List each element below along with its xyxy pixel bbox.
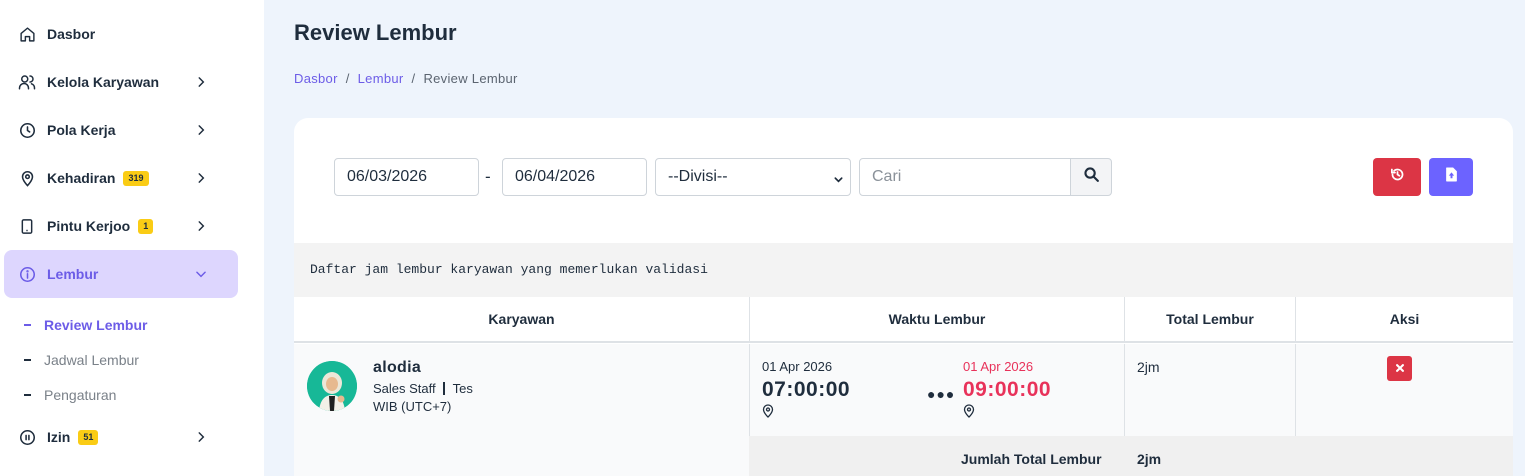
- position-divider: [443, 382, 446, 395]
- column-divider: [1124, 344, 1125, 436]
- count-badge: 1: [138, 218, 154, 234]
- sidebar-item-kehadiran[interactable]: Kehadiran 319: [4, 154, 238, 202]
- start-date: 01 Apr 2026: [762, 359, 833, 374]
- employee-name: alodia: [373, 359, 422, 376]
- table-row: alodia Sales Staff Tes WIB (UTC+7) 01 Ap…: [294, 344, 1513, 476]
- date-range-separator: -: [485, 167, 491, 186]
- sidebar-item-label: Kehadiran: [47, 170, 116, 186]
- sidebar-item-label: Izin: [47, 429, 71, 445]
- total-lembur-value: 2jm: [1137, 359, 1160, 375]
- division-select-value: --Divisi--: [668, 168, 728, 185]
- search-icon: [1083, 166, 1100, 188]
- close-icon: [1395, 360, 1405, 378]
- sidebar-item-izin[interactable]: Izin 51: [4, 413, 238, 461]
- pause-circle-icon: [18, 428, 36, 446]
- clock-icon: [18, 121, 36, 139]
- column-header-waktu-lembur: Waktu Lembur: [750, 297, 1125, 341]
- sidebar-item-lembur[interactable]: Lembur: [4, 250, 238, 298]
- search-button[interactable]: [1070, 158, 1112, 196]
- content-card: 06/03/2026 - 06/04/2026 --Divisi-- Cari …: [294, 118, 1513, 476]
- sidebar-item-label: Kelola Karyawan: [47, 74, 160, 90]
- table-header: Karyawan Waktu Lembur Total Lembur Aksi: [294, 297, 1513, 343]
- sidebar-subitem-label: Review Lembur: [44, 317, 148, 333]
- sidebar-item-kelola-karyawan[interactable]: Kelola Karyawan: [4, 58, 238, 106]
- reject-button[interactable]: [1387, 356, 1412, 381]
- count-badge: 51: [78, 429, 99, 445]
- page-title: Review Lembur: [294, 20, 457, 45]
- file-upload-icon: [1445, 167, 1458, 187]
- total-summary-value: 2jm: [1137, 451, 1162, 467]
- sidebar-item-label: Lembur: [47, 266, 99, 282]
- footer-empty-cell: [294, 436, 749, 476]
- map-pin-icon[interactable]: [762, 404, 774, 418]
- footer-summary-cell: [749, 436, 1513, 476]
- chevron-right-icon: [192, 428, 210, 446]
- start-time: 07:00:00: [762, 378, 851, 401]
- sidebar-item-label: Dasbor: [47, 26, 96, 42]
- chevron-right-icon: [192, 121, 210, 139]
- map-pin-icon: [18, 169, 36, 187]
- table-footer: Jumlah Total Lembur 2jm: [294, 436, 1513, 476]
- dash-marker: [24, 359, 31, 361]
- sidebar-subitem-label: Pengaturan: [44, 387, 117, 403]
- sidebar-item-label: Pintu Kerjoo: [47, 218, 131, 234]
- chevron-right-icon: [192, 73, 210, 91]
- end-time: 09:00:00: [963, 378, 1052, 401]
- map-pin-icon[interactable]: [963, 404, 975, 418]
- employee-job-title: Sales Staff: [373, 381, 436, 396]
- chevron-right-icon: [192, 217, 210, 235]
- sidebar-item-pintu-kerjoo[interactable]: Pintu Kerjoo 1: [4, 202, 238, 250]
- sidebar-item-dasbor[interactable]: Dasbor: [4, 10, 238, 58]
- history-button[interactable]: [1373, 158, 1421, 196]
- info-icon: [18, 265, 36, 283]
- breadcrumb-link-lembur[interactable]: Lembur: [358, 71, 404, 86]
- sidebar: Dasbor Kelola Karyawan Pola Kerja Kehadi…: [0, 0, 264, 476]
- division-select[interactable]: --Divisi--: [655, 158, 851, 196]
- history-icon: [1390, 167, 1405, 187]
- home-icon: [18, 25, 36, 43]
- employee-timezone: WIB (UTC+7): [373, 399, 452, 414]
- employee-division: Tes: [452, 381, 473, 396]
- breadcrumb: Dasbor / Lembur / Review Lembur: [294, 71, 518, 86]
- breadcrumb-separator: /: [345, 71, 350, 86]
- search-input[interactable]: Cari: [859, 158, 1071, 196]
- table-description: Daftar jam lembur karyawan yang memerluk…: [294, 243, 1513, 297]
- avatar: [307, 361, 357, 411]
- tablet-icon: [18, 217, 36, 235]
- column-header-aksi: Aksi: [1389, 311, 1420, 327]
- breadcrumb-link-dasbor[interactable]: Dasbor: [294, 71, 338, 86]
- column-header-karyawan: Karyawan: [294, 297, 750, 341]
- date-from-input[interactable]: 06/03/2026: [334, 158, 479, 196]
- column-divider: [1295, 344, 1296, 436]
- sidebar-subitem-label: Jadwal Lembur: [44, 352, 139, 368]
- sidebar-item-pola-kerja[interactable]: Pola Kerja: [4, 106, 238, 154]
- sidebar-subitem-pengaturan[interactable]: Pengaturan: [24, 387, 116, 403]
- chevron-down-icon: [192, 265, 210, 283]
- search-placeholder: Cari: [872, 168, 902, 185]
- breadcrumb-current: Review Lembur: [423, 71, 518, 86]
- export-button[interactable]: [1429, 158, 1473, 196]
- sidebar-item-label: Pola Kerja: [47, 122, 116, 138]
- dash-marker: [24, 324, 31, 326]
- users-icon: [18, 73, 36, 91]
- column-header-total-lembur: Total Lembur: [1125, 297, 1296, 341]
- total-summary-label: Jumlah Total Lembur: [961, 451, 1102, 467]
- chevron-down-icon: [833, 172, 844, 190]
- date-to-input[interactable]: 06/04/2026: [502, 158, 647, 196]
- breadcrumb-separator: /: [411, 71, 416, 86]
- chevron-right-icon: [192, 169, 210, 187]
- employee-position: Sales Staff Tes: [373, 381, 473, 396]
- dash-marker: [24, 394, 31, 396]
- count-badge: 319: [123, 170, 149, 186]
- ellipsis-icon: ●●●: [927, 386, 956, 402]
- sidebar-subitem-jadwal-lembur[interactable]: Jadwal Lembur: [24, 352, 139, 368]
- sidebar-subitem-review-lembur[interactable]: Review Lembur: [24, 317, 147, 333]
- end-date: 01 Apr 2026: [963, 359, 1034, 374]
